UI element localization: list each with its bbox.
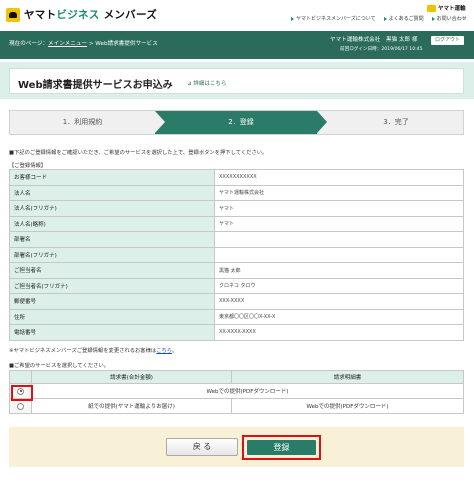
page-title-area: Web請求書提供サービスお申込み ⊿ 詳細はこちら — [0, 62, 474, 99]
breadcrumb: 現在のページ：メインメニュー > Web請求書提供サービス — [9, 41, 158, 47]
service-radio-paper[interactable] — [17, 402, 24, 410]
table-row: 法人名(略称) ヤマト — [9, 215, 464, 232]
arrow-right-icon — [291, 16, 294, 21]
register-button-highlight: 登録 — [242, 435, 321, 460]
table-header-row: 請求書(合計金額) 請求明細書 — [9, 370, 464, 384]
header-link-about[interactable]: ヤマトビジネスメンバーズについて — [291, 15, 376, 22]
option-web-statement: Webでの提供(PDFダウンロード) — [231, 398, 464, 414]
arrow-right-icon — [383, 16, 387, 21]
user-info: ヤマト運輸株式会社 黒猫 太郎 様 前回ログイン日時：2019/06/17 10… — [330, 35, 423, 52]
step-register: 2．登録 — [228, 118, 254, 126]
table-row: ご担当者名(フリガナ) クロネコ タロウ — [9, 277, 464, 294]
table-row: 電話番号 XX-XXXX-XXXX — [9, 324, 464, 341]
table-row: 法人名 ヤマト運輸株式会社 — [9, 184, 464, 201]
page-title: Web請求書提供サービスお申込み — [18, 80, 173, 91]
table-row: 郵便番号 XXX-XXXX — [9, 293, 464, 310]
service-option-row[interactable]: 紙での提供(ヤマト運輸よりお届け) Webでの提供(PDFダウンロード) — [9, 398, 464, 414]
registration-info-table: お客様コード XXXXXXXXXXX 法人名 ヤマト運輸株式会社 法人名(フリガナ)… — [9, 169, 464, 341]
logout-button[interactable]: ログアウト — [431, 36, 464, 45]
breadcrumb-current: Web請求書提供サービス — [95, 41, 158, 47]
table-row: 部署名 — [9, 231, 464, 248]
site-logo[interactable]: ヤマトビジネス メンバーズ — [6, 7, 157, 22]
detail-link[interactable]: ⊿ 詳細はこちら — [187, 79, 226, 87]
step-complete: 3．完了 — [383, 118, 409, 126]
button-area: 戻 る 登録 — [9, 427, 464, 467]
last-login: 前回ログイン日時：2019/06/17 10:45 — [340, 47, 423, 52]
page-title-box: Web請求書提供サービスお申込み ⊿ 詳細はこちら — [9, 68, 464, 94]
register-button[interactable]: 登録 — [247, 440, 316, 455]
service-selection-table: 請求書(合計金額) 請求明細書 Webでの提供(PDFダウンロード) 紙での提供… — [9, 370, 464, 414]
step-arrow-1 — [155, 111, 165, 133]
change-info-note: ※ヤマトビジネスメンバーズご登録情報を変更されるお客様はこちら。 — [9, 348, 178, 354]
yamato-brand-badge: ヤマト運輸 — [427, 4, 466, 12]
table-row: 部署名(フリガナ) — [9, 246, 464, 263]
service-option-row[interactable]: Webでの提供(PDFダウンロード) — [9, 383, 464, 399]
arrow-right-icon — [431, 16, 435, 21]
table-row: ご担当者名 黒猫 太郎 — [9, 262, 464, 279]
header-link-contact[interactable]: お問い合わせ — [431, 15, 467, 22]
header-link-faq[interactable]: よくあるご質問 — [383, 15, 424, 22]
step-terms: 1．利用規約 — [62, 118, 103, 126]
section-label: 【ご登録情報】 — [9, 163, 47, 169]
yamato-mark-icon — [427, 4, 436, 12]
top-header: ヤマトビジネス メンバーズ ヤマトビジネスメンバーズについて よくあるご質問 お… — [0, 0, 474, 30]
option-paper-invoice: 紙での提供(ヤマト運輸よりお届け) — [31, 398, 232, 414]
step-progress: 1．利用規約 2．登録 3．完了 — [9, 110, 464, 135]
logo-text: ヤマトビジネス メンバーズ — [24, 9, 158, 21]
table-row: お客様コード XXXXXXXXXXX — [9, 169, 464, 186]
breadcrumb-main-menu-link[interactable]: メインメニュー — [48, 41, 87, 47]
selected-option-highlight — [11, 385, 33, 401]
back-button[interactable]: 戻 る — [166, 438, 238, 456]
step-arrow-2 — [317, 111, 327, 133]
instruction-text: ■下記のご登録情報をご確認いただき、ご希望のサービスを選択した上で、登録ボタンを… — [9, 150, 268, 156]
yamato-cat-logo-icon — [6, 7, 20, 22]
nav-bar: 現在のページ：メインメニュー > Web請求書提供サービス ヤマト運輸株式会社 … — [0, 31, 474, 59]
table-row: 法人名(フリガナ) ヤマト — [9, 200, 464, 217]
service-select-label: ■ご希望のサービスを選択してください。 — [9, 363, 110, 369]
header-links: ヤマトビジネスメンバーズについて よくあるご質問 お問い合わせ — [291, 15, 467, 22]
header-invoice: 請求書(合計金額) — [31, 370, 232, 384]
company-name: ヤマト運輸株式会社 — [330, 37, 381, 43]
change-info-link[interactable]: こちら — [156, 348, 172, 354]
header-statement: 請求明細書 — [231, 370, 464, 384]
user-name: 黒猫 太郎 様 — [385, 37, 418, 43]
table-row: 住所 東京都〇〇区〇〇X-XX-X — [9, 308, 464, 325]
option-web-invoice: Webでの提供(PDFダウンロード) — [31, 383, 464, 399]
